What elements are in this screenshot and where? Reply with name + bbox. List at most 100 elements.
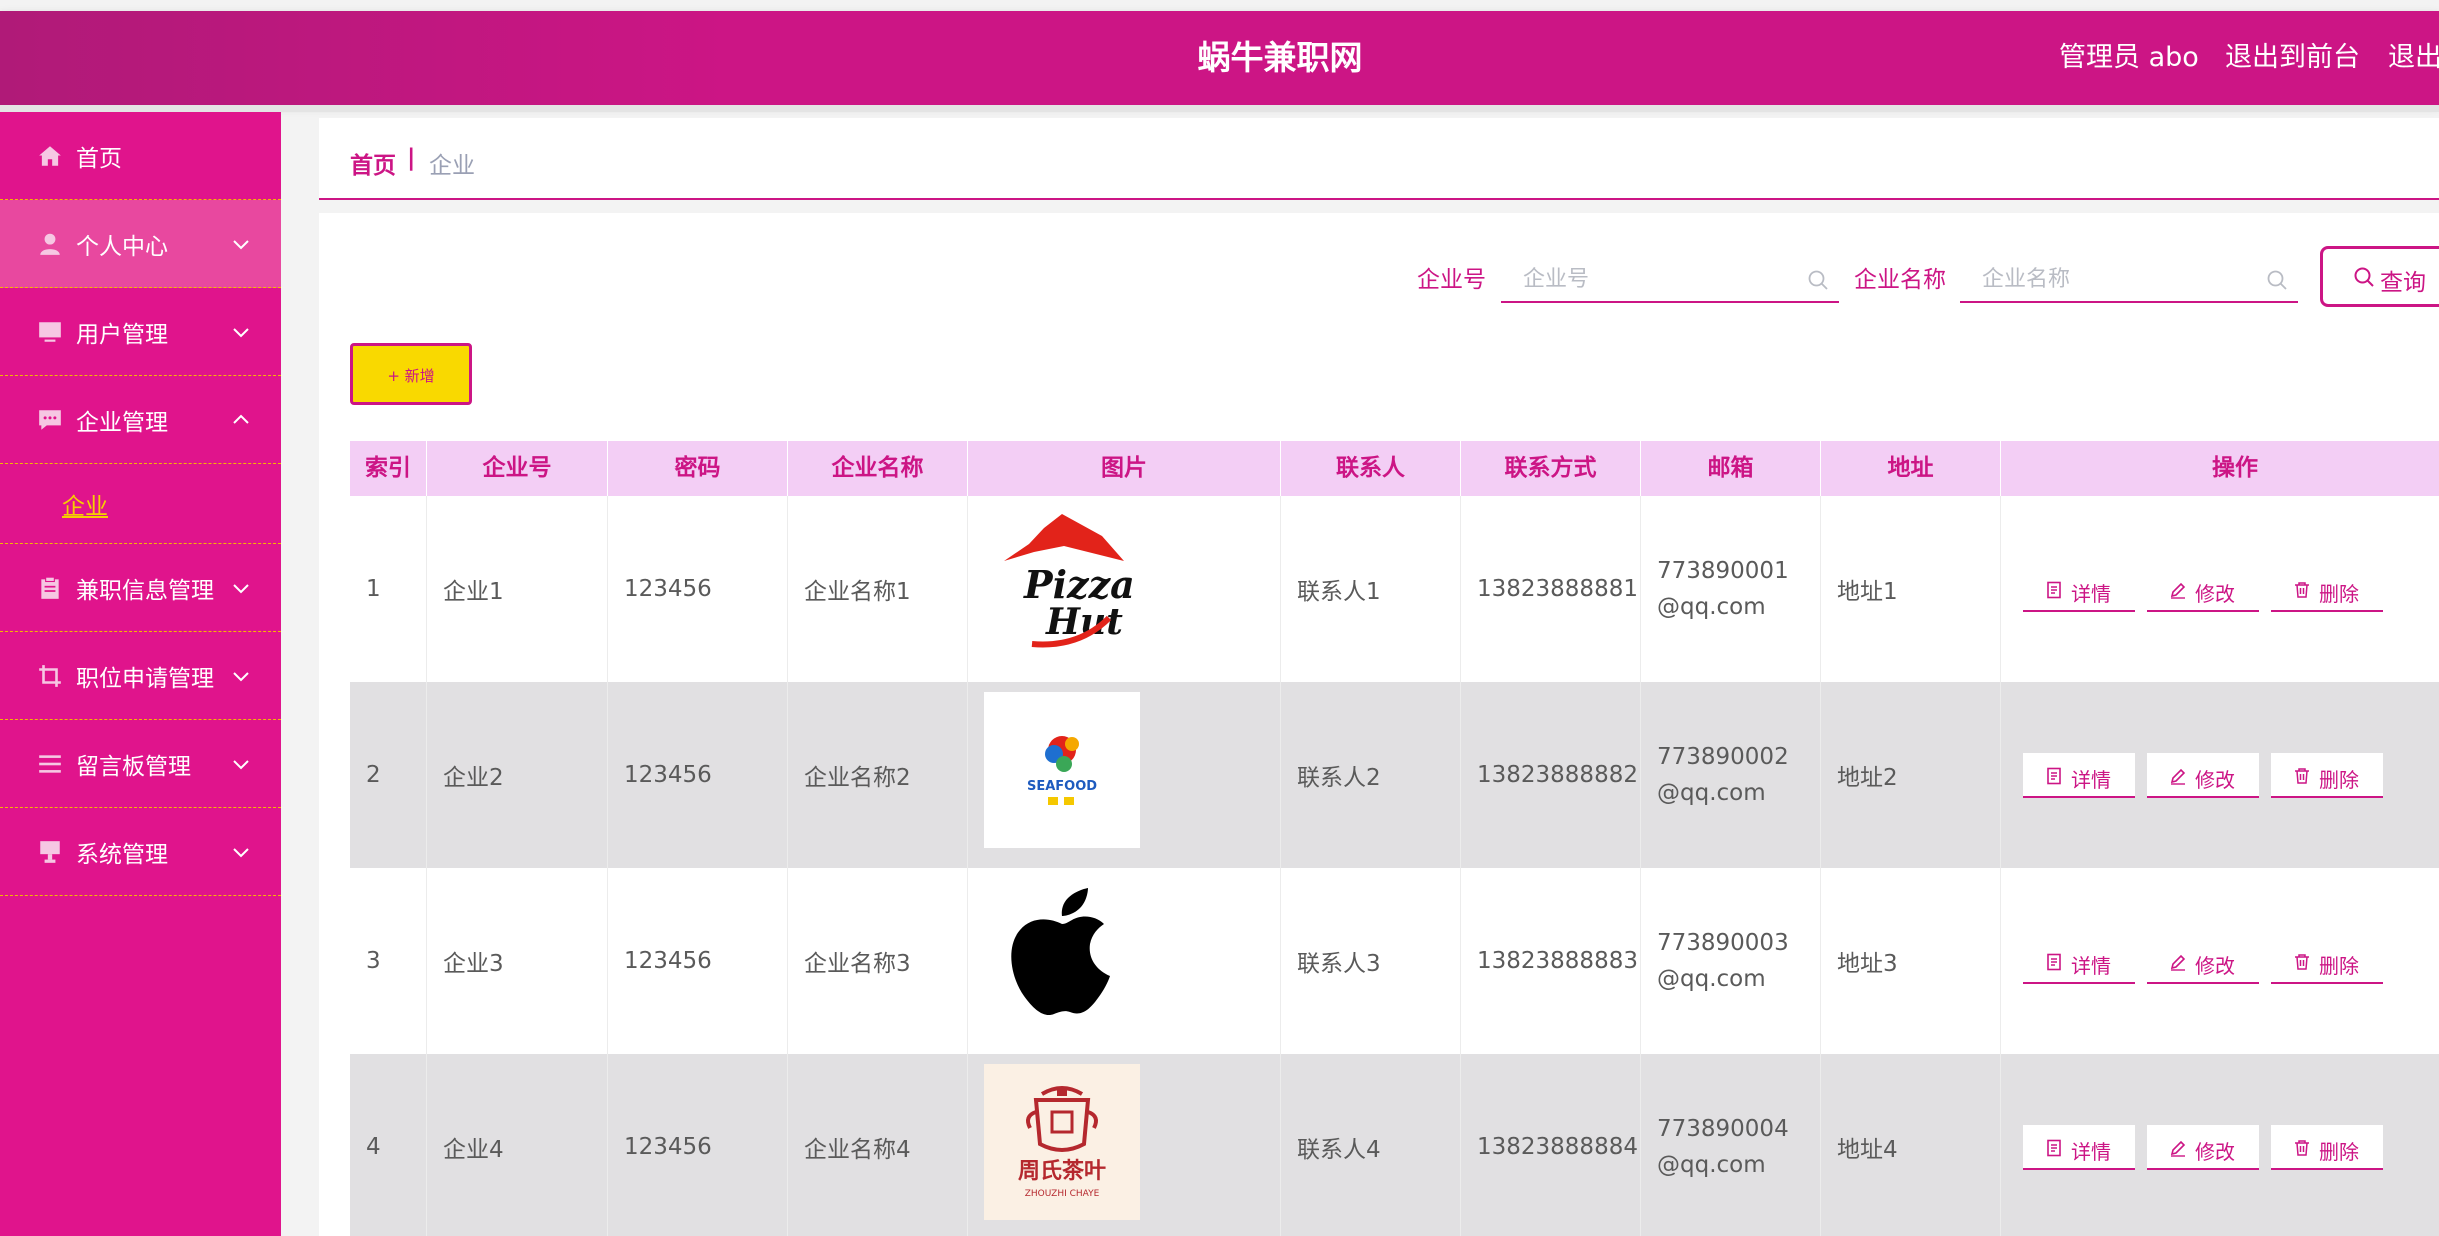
edit-button[interactable]: 修改 bbox=[2147, 753, 2259, 798]
chevron-up-icon bbox=[233, 414, 249, 424]
chevron-down-icon bbox=[233, 239, 249, 249]
detail-label: 详情 bbox=[2071, 954, 2111, 978]
apple-logo bbox=[984, 878, 1140, 1034]
header-divider bbox=[0, 105, 2439, 112]
edit-button[interactable]: 修改 bbox=[2147, 939, 2259, 984]
cell-phone: 13823888884 bbox=[1477, 1134, 1638, 1160]
cell-index: 4 bbox=[366, 1134, 381, 1160]
chevron-down-icon bbox=[233, 583, 249, 593]
company-no-field bbox=[1501, 258, 1839, 303]
edit-button[interactable]: 修改 bbox=[2147, 1125, 2259, 1170]
stand-icon bbox=[40, 840, 60, 863]
detail-button[interactable]: 详情 bbox=[2023, 567, 2135, 612]
back-to-front-link[interactable]: 退出到前台 bbox=[2225, 11, 2360, 105]
document-icon bbox=[2047, 953, 2061, 971]
delete-label: 删除 bbox=[2319, 768, 2359, 792]
sidebar-item-job-application[interactable]: 职位申请管理 bbox=[0, 632, 281, 720]
chevron-down-icon bbox=[233, 759, 249, 769]
sidebar: 首页 个人中心 用户管理 企业管理 企业 兼职信息管理 职位申请管理 留言板管理… bbox=[0, 112, 281, 1236]
cell-address: 地址3 bbox=[1837, 951, 1898, 977]
cell-contact: 联系人2 bbox=[1297, 765, 1381, 791]
cell-address: 地址4 bbox=[1837, 1137, 1898, 1163]
sidebar-item-profile[interactable]: 个人中心 bbox=[0, 200, 281, 288]
delete-label: 删除 bbox=[2319, 954, 2359, 978]
cell-email: 773890001@qq.com bbox=[1657, 558, 1789, 620]
detail-label: 详情 bbox=[2071, 1140, 2111, 1164]
cell-index: 2 bbox=[366, 762, 381, 788]
trash-icon bbox=[2295, 954, 2309, 970]
delete-button[interactable]: 删除 bbox=[2271, 939, 2383, 984]
column-header: 操作 bbox=[2001, 441, 2439, 496]
sidebar-item-label: 职位申请管理 bbox=[76, 665, 214, 692]
query-button[interactable]: 查询 bbox=[2320, 246, 2439, 307]
company-no-label: 企业号 bbox=[1417, 267, 1486, 293]
sidebar-item-label: 系统管理 bbox=[76, 841, 168, 868]
sidebar-item-system[interactable]: 系统管理 bbox=[0, 808, 281, 896]
table-row: 3 企业3 123456 企业名称3 联系人3 13823888883 7738… bbox=[350, 868, 2439, 1054]
cell-phone: 13823888881 bbox=[1477, 576, 1638, 602]
sidebar-item-label: 首页 bbox=[76, 145, 122, 172]
cell-email: 773890003@qq.com bbox=[1657, 930, 1789, 992]
company-no-input[interactable] bbox=[1501, 258, 1839, 301]
edit-button[interactable]: 修改 bbox=[2147, 567, 2259, 612]
breadcrumb-separator: | bbox=[407, 145, 416, 171]
breadcrumb: 首页 | 企业 bbox=[319, 118, 2439, 200]
breadcrumb-home[interactable]: 首页 bbox=[350, 146, 396, 180]
sidebar-subitem-company[interactable]: 企业 bbox=[0, 464, 281, 544]
pencil-icon bbox=[2170, 768, 2186, 785]
sidebar-item-home[interactable]: 首页 bbox=[0, 112, 281, 200]
pencil-icon bbox=[2170, 582, 2186, 599]
breadcrumb-current: 企业 bbox=[429, 153, 475, 179]
delete-button[interactable]: 删除 bbox=[2271, 1125, 2383, 1170]
top-header: 蜗牛兼职网 管理员 abo 退出到前台 退出登录 bbox=[0, 11, 2439, 105]
trash-icon bbox=[2295, 1140, 2309, 1156]
detail-button[interactable]: 详情 bbox=[2023, 1125, 2135, 1170]
sidebar-item-company-management[interactable]: 企业管理 bbox=[0, 376, 281, 464]
pencil-icon bbox=[2170, 954, 2186, 971]
edit-label: 修改 bbox=[2195, 768, 2235, 792]
message-icon bbox=[39, 409, 61, 430]
admin-user-label[interactable]: 管理员 abo bbox=[2059, 11, 2199, 105]
logout-link[interactable]: 退出登录 bbox=[2388, 11, 2439, 105]
sidebar-item-message-board[interactable]: 留言板管理 bbox=[0, 720, 281, 808]
cell-address: 地址1 bbox=[1837, 579, 1898, 605]
cell-password: 123456 bbox=[624, 576, 712, 602]
delete-label: 删除 bbox=[2319, 582, 2359, 606]
cell-email: 773890002@qq.com bbox=[1657, 744, 1789, 806]
cell-company-no: 企业4 bbox=[443, 1137, 504, 1163]
cell-phone: 13823888883 bbox=[1477, 948, 1638, 974]
sidebar-subitem-label: 企业 bbox=[62, 493, 108, 520]
home-icon bbox=[39, 145, 61, 166]
zhouzhi-logo-subtext: ZHOUZHI CHAYE bbox=[1025, 1189, 1100, 1199]
cell-phone: 13823888882 bbox=[1477, 762, 1638, 788]
sidebar-item-label: 兼职信息管理 bbox=[76, 577, 214, 604]
cell-address: 地址2 bbox=[1837, 765, 1898, 791]
delete-button[interactable]: 删除 bbox=[2271, 567, 2383, 612]
delete-label: 删除 bbox=[2319, 1140, 2359, 1164]
detail-button[interactable]: 详情 bbox=[2023, 939, 2135, 984]
chevron-down-icon bbox=[233, 327, 249, 337]
pizza-hut-logo: Pizza Hut bbox=[984, 506, 1140, 662]
search-icon bbox=[1808, 270, 1828, 290]
sidebar-item-parttime-info[interactable]: 兼职信息管理 bbox=[0, 544, 281, 632]
zhouzhi-tea-logo: 周氏茶叶 ZHOUZHI CHAYE bbox=[984, 1064, 1140, 1220]
delete-button[interactable]: 删除 bbox=[2271, 753, 2383, 798]
document-icon bbox=[2047, 581, 2061, 599]
seafood-logo-text: SEAFOOD bbox=[1027, 779, 1097, 794]
cell-index: 3 bbox=[366, 948, 381, 974]
pencil-icon bbox=[2170, 1140, 2186, 1157]
column-header: 邮箱 bbox=[1641, 441, 1821, 496]
detail-label: 详情 bbox=[2071, 582, 2111, 606]
query-button-label: 查询 bbox=[2380, 270, 2426, 296]
company-name-input[interactable] bbox=[1960, 258, 2298, 301]
trash-icon bbox=[2295, 768, 2309, 784]
cell-password: 123456 bbox=[624, 1134, 712, 1160]
sidebar-item-users[interactable]: 用户管理 bbox=[0, 288, 281, 376]
add-button[interactable]: + 新增 bbox=[350, 343, 472, 405]
list-icon bbox=[39, 754, 61, 773]
trash-icon bbox=[2295, 582, 2309, 598]
detail-button[interactable]: 详情 bbox=[2023, 753, 2135, 798]
cell-contact: 联系人1 bbox=[1297, 579, 1381, 605]
detail-label: 详情 bbox=[2071, 768, 2111, 792]
column-header: 企业号 bbox=[427, 441, 608, 496]
